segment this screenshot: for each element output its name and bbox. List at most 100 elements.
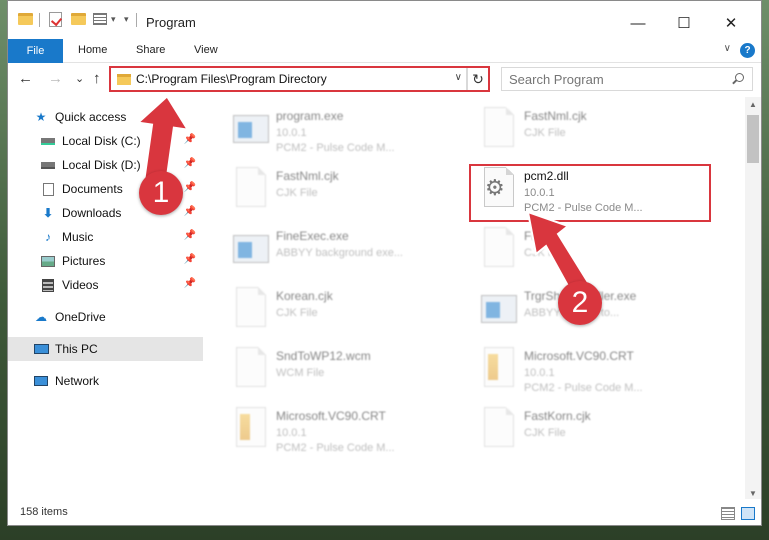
network-icon bbox=[33, 374, 49, 388]
minimize-button[interactable]: — bbox=[615, 11, 661, 35]
file-item-pcm2-dll[interactable]: ⚙ pcm2.dll 10.0.1 PCM2 - Pulse Code M... bbox=[479, 165, 715, 219]
file-name: FastNml.cjk bbox=[276, 169, 339, 183]
sidebar-item-onedrive[interactable]: ☁ OneDrive bbox=[8, 305, 203, 329]
sidebar-item-label: Documents bbox=[62, 182, 123, 196]
file-name: Microsoft.VC90.CRT bbox=[276, 409, 386, 423]
file-icon bbox=[479, 227, 519, 275]
window-title: Program bbox=[146, 15, 196, 30]
file-list: program.exe 10.0.1 PCM2 - Pulse Code M..… bbox=[203, 97, 740, 501]
file-icon bbox=[479, 287, 519, 335]
dll-gear-icon: ⚙ bbox=[479, 167, 519, 215]
file-item[interactable]: SndToWP12.wcm WCM File bbox=[231, 345, 467, 399]
file-item[interactable]: Microsoft.VC90.CRT 10.0.1 PCM2 - Pulse C… bbox=[479, 345, 715, 399]
music-icon: ♪ bbox=[45, 230, 51, 244]
properties-check-icon[interactable] bbox=[49, 11, 62, 27]
navigation-bar: ← → ⌄ ↑ C:\Program Files\Program Directo… bbox=[8, 64, 761, 96]
up-button[interactable]: ↑ bbox=[93, 70, 101, 87]
maximize-button[interactable]: ☐ bbox=[661, 11, 707, 35]
sidebar-item-local-disk-c[interactable]: Local Disk (C:) 📌 bbox=[8, 129, 203, 153]
pictures-icon bbox=[40, 254, 56, 268]
file-item[interactable]: FastKorn.cjk CJK File bbox=[479, 405, 715, 459]
scrollbar-thumb[interactable] bbox=[747, 115, 759, 163]
file-description: PCM2 - Pulse Code M... bbox=[524, 382, 643, 394]
scroll-up-icon[interactable]: ▲ bbox=[749, 100, 757, 109]
videos-icon bbox=[40, 278, 56, 292]
sidebar-item-network[interactable]: Network bbox=[8, 369, 203, 393]
file-version: 10.0.1 bbox=[524, 187, 555, 199]
search-icon[interactable] bbox=[735, 73, 744, 82]
file-icon bbox=[231, 227, 271, 275]
address-bar[interactable]: C:\Program Files\Program Directory ∨ bbox=[110, 67, 467, 91]
file-description: PCM2 - Pulse Code M... bbox=[276, 442, 395, 454]
quick-access-dropdown-icon[interactable]: ▾ bbox=[124, 11, 129, 27]
file-type: CJK File bbox=[276, 307, 318, 319]
pin-icon[interactable]: 📌 bbox=[184, 230, 196, 241]
file-item[interactable]: Korean.cjk CJK File bbox=[231, 285, 467, 339]
documents-icon bbox=[40, 182, 56, 196]
forward-button[interactable]: → bbox=[48, 70, 63, 87]
search-box[interactable] bbox=[501, 67, 753, 91]
pin-icon[interactable]: 📌 bbox=[184, 254, 196, 265]
sidebar-item-label: Downloads bbox=[62, 206, 122, 220]
chevron-down-icon[interactable]: ▾ bbox=[111, 11, 116, 27]
pin-icon[interactable]: 📌 bbox=[184, 134, 196, 145]
pin-icon[interactable]: 📌 bbox=[184, 182, 196, 193]
file-item[interactable]: program.exe 10.0.1 PCM2 - Pulse Code M..… bbox=[231, 105, 467, 159]
pin-icon[interactable]: 📌 bbox=[184, 206, 196, 217]
tab-home[interactable]: Home bbox=[78, 44, 107, 56]
file-name: Microsoft.VC90.CRT bbox=[524, 349, 634, 363]
star-icon: ★ bbox=[35, 110, 47, 124]
ribbon: File Home Share View ∨ ? bbox=[8, 39, 761, 63]
file-item[interactable]: FastNml.cjk CJK File bbox=[479, 105, 715, 159]
file-item[interactable]: Microsoft.VC90.CRT 10.0.1 PCM2 - Pulse C… bbox=[231, 405, 467, 459]
tab-file[interactable]: File bbox=[8, 39, 63, 63]
refresh-button[interactable]: ↻ bbox=[467, 67, 489, 91]
file-type: CJK File bbox=[524, 247, 566, 259]
file-type: WCM File bbox=[276, 367, 325, 379]
tab-view[interactable]: View bbox=[194, 44, 218, 56]
sidebar-item-label: Local Disk (D:) bbox=[62, 158, 141, 172]
file-item[interactable]: FineExec.exe ABBYY background exe... bbox=[231, 225, 467, 279]
new-folder-icon[interactable] bbox=[71, 11, 86, 27]
sidebar-item-quick-access[interactable]: ★ Quick access bbox=[8, 105, 203, 129]
pin-icon[interactable]: 📌 bbox=[184, 158, 196, 169]
drive-icon bbox=[40, 134, 56, 148]
file-icon bbox=[479, 107, 519, 155]
chevron-down-icon[interactable]: ∨ bbox=[455, 72, 462, 83]
help-button[interactable]: ? bbox=[740, 43, 755, 58]
file-description: PCM2 - Pulse Code M... bbox=[276, 142, 395, 154]
file-item[interactable]: FastNml.cjk CJK File bbox=[231, 165, 467, 219]
sidebar-item-label: Music bbox=[62, 230, 94, 244]
close-button[interactable]: ✕ bbox=[708, 11, 754, 35]
search-input[interactable] bbox=[502, 68, 722, 90]
title-bar: ▾ ▾ Program — ☐ ✕ bbox=[8, 1, 761, 37]
file-name: FastNml.cjk bbox=[524, 109, 587, 123]
tab-share[interactable]: Share bbox=[136, 44, 165, 56]
sidebar-item-label: OneDrive bbox=[55, 310, 106, 324]
sidebar-item-label: Quick access bbox=[55, 110, 127, 124]
file-item[interactable]: Fi..cjk CJK File bbox=[479, 225, 715, 279]
recent-locations-button[interactable]: ⌄ bbox=[75, 72, 84, 85]
pin-icon[interactable]: 📌 bbox=[184, 278, 196, 289]
customize-icon[interactable] bbox=[93, 11, 107, 27]
sidebar-item-label: Network bbox=[55, 374, 100, 388]
sidebar-item-videos[interactable]: Videos 📌 bbox=[8, 273, 203, 297]
file-version: 10.0.1 bbox=[276, 127, 307, 139]
expand-ribbon-icon[interactable]: ∨ bbox=[724, 43, 731, 54]
sidebar-item-pictures[interactable]: Pictures 📌 bbox=[8, 249, 203, 273]
sidebar-item-this-pc[interactable]: This PC bbox=[8, 337, 203, 361]
vertical-scrollbar[interactable]: ▲ ▼ bbox=[745, 97, 761, 501]
scroll-down-icon[interactable]: ▼ bbox=[749, 489, 757, 498]
sidebar-item-music[interactable]: ♪ Music 📌 bbox=[8, 225, 203, 249]
file-version: 10.0.1 bbox=[524, 367, 555, 379]
file-description: PCM2 - Pulse Code M... bbox=[524, 202, 643, 214]
file-icon bbox=[231, 287, 271, 335]
status-bar: 158 items bbox=[8, 499, 761, 525]
explorer-window: ▾ ▾ Program — ☐ ✕ File Home Share View ∨… bbox=[7, 0, 762, 526]
address-path: C:\Program Files\Program Directory bbox=[136, 72, 327, 86]
details-view-icon[interactable] bbox=[721, 507, 735, 520]
sidebar-item-local-disk-d[interactable]: Local Disk (D:) 📌 bbox=[8, 153, 203, 177]
large-icons-view-icon[interactable] bbox=[741, 507, 755, 520]
back-button[interactable]: ← bbox=[18, 70, 33, 87]
file-type: CJK File bbox=[524, 427, 566, 439]
